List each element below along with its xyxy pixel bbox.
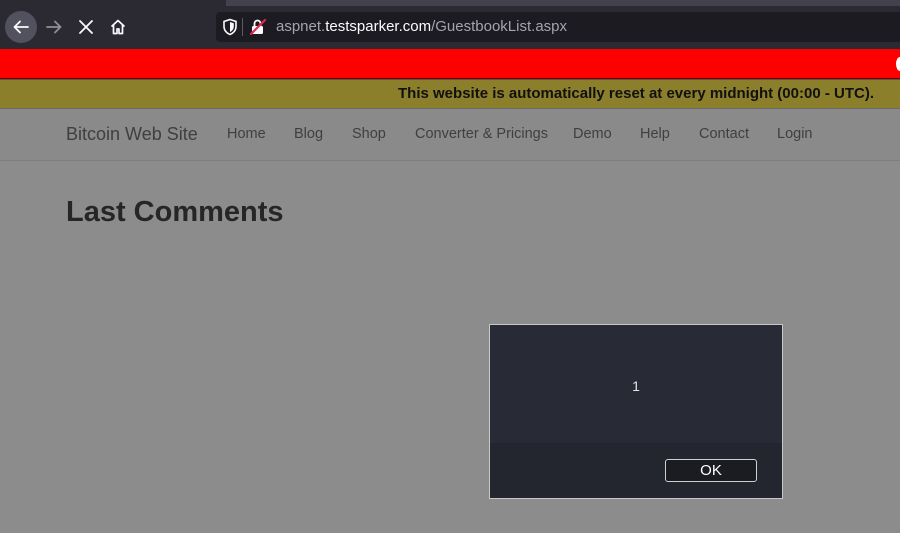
- red-banner: [0, 49, 900, 79]
- stop-button[interactable]: [70, 11, 102, 43]
- url-prefix: aspnet.: [276, 18, 326, 35]
- url-domain: testsparker.com: [325, 18, 432, 35]
- back-arrow-icon: [13, 20, 29, 34]
- tab-strip-edge: [226, 0, 900, 6]
- browser-toolbar: aspnet.testsparker.com/GuestbookList.asp…: [0, 0, 900, 49]
- alert-dialog: 1 OK: [489, 324, 783, 499]
- shield-icon[interactable]: [222, 18, 238, 36]
- ok-button[interactable]: OK: [665, 459, 757, 482]
- home-button[interactable]: [102, 11, 134, 43]
- nav-help[interactable]: Help: [640, 126, 670, 142]
- reset-notice-bar: This website is automatically reset at e…: [0, 79, 900, 109]
- nav-blog[interactable]: Blog: [294, 126, 323, 142]
- forward-button[interactable]: [38, 11, 70, 43]
- stop-icon: [79, 20, 93, 34]
- reset-notice-text: This website is automatically reset at e…: [398, 85, 874, 102]
- url-text[interactable]: aspnet.testsparker.com/GuestbookList.asp…: [276, 18, 567, 35]
- nav-login[interactable]: Login: [777, 126, 812, 142]
- nav-shop[interactable]: Shop: [352, 126, 386, 142]
- nav-contact[interactable]: Contact: [699, 126, 749, 142]
- address-bar[interactable]: aspnet.testsparker.com/GuestbookList.asp…: [216, 12, 900, 42]
- insecure-lock-icon[interactable]: [249, 18, 267, 36]
- url-path: /GuestbookList.aspx: [431, 18, 568, 35]
- home-icon: [110, 19, 126, 35]
- address-separator: [242, 18, 243, 36]
- alert-dialog-body: 1: [490, 325, 782, 443]
- back-button[interactable]: [5, 11, 37, 43]
- site-navbar: Bitcoin Web Site Home Blog Shop Converte…: [0, 109, 900, 161]
- nav-links: Home Blog Shop Converter & Pricings Demo…: [0, 109, 900, 161]
- forward-arrow-icon: [46, 20, 62, 34]
- alert-message: 1: [632, 378, 640, 394]
- nav-demo[interactable]: Demo: [573, 126, 612, 142]
- nav-converter-pricings[interactable]: Converter & Pricings: [415, 126, 548, 142]
- nav-home[interactable]: Home: [227, 126, 266, 142]
- page-title: Last Comments: [66, 196, 284, 228]
- banner-edge-glyph: [896, 57, 900, 71]
